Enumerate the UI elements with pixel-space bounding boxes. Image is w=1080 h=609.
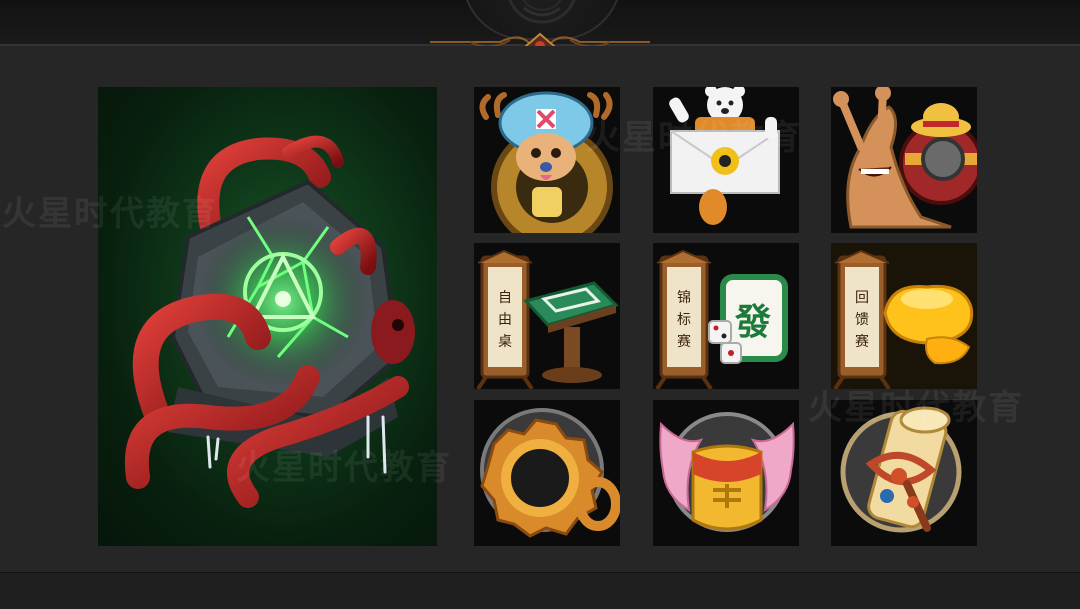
sign-text: 锦标赛 [677, 290, 691, 350]
grid-tile[interactable] [653, 87, 799, 233]
sign-text: 自由桌 [498, 290, 512, 350]
scroll-tassel-icon [840, 406, 962, 533]
sign-table-icon [476, 249, 619, 389]
snail-phone-icon [833, 87, 977, 229]
sign-gold-ingot-icon [831, 243, 977, 389]
grid-tile[interactable]: 锦标赛 發 [653, 243, 799, 389]
sign-mahjong-icon [655, 249, 788, 389]
bottom-bar [0, 572, 1080, 609]
winged-pouch-icon [659, 412, 795, 532]
grid-tile[interactable] [474, 87, 620, 233]
grid-tile[interactable] [831, 87, 977, 233]
grid-tile[interactable] [831, 400, 977, 546]
grid-tile[interactable]: 回馈赛 [831, 243, 977, 389]
grid-tile[interactable] [653, 400, 799, 546]
chopper-cog-icon [479, 91, 613, 233]
gear-ring-icon [480, 408, 620, 538]
bear-mail-icon [669, 87, 780, 225]
hero-artwork [98, 87, 437, 546]
grid-tile[interactable]: 自由桌 [474, 243, 620, 389]
sign-text: 回馈赛 [855, 290, 869, 350]
grid-tile[interactable] [474, 400, 620, 546]
tentacle-rune-stone-icon [124, 135, 415, 508]
mahjong-tile-text: 發 [735, 301, 772, 343]
